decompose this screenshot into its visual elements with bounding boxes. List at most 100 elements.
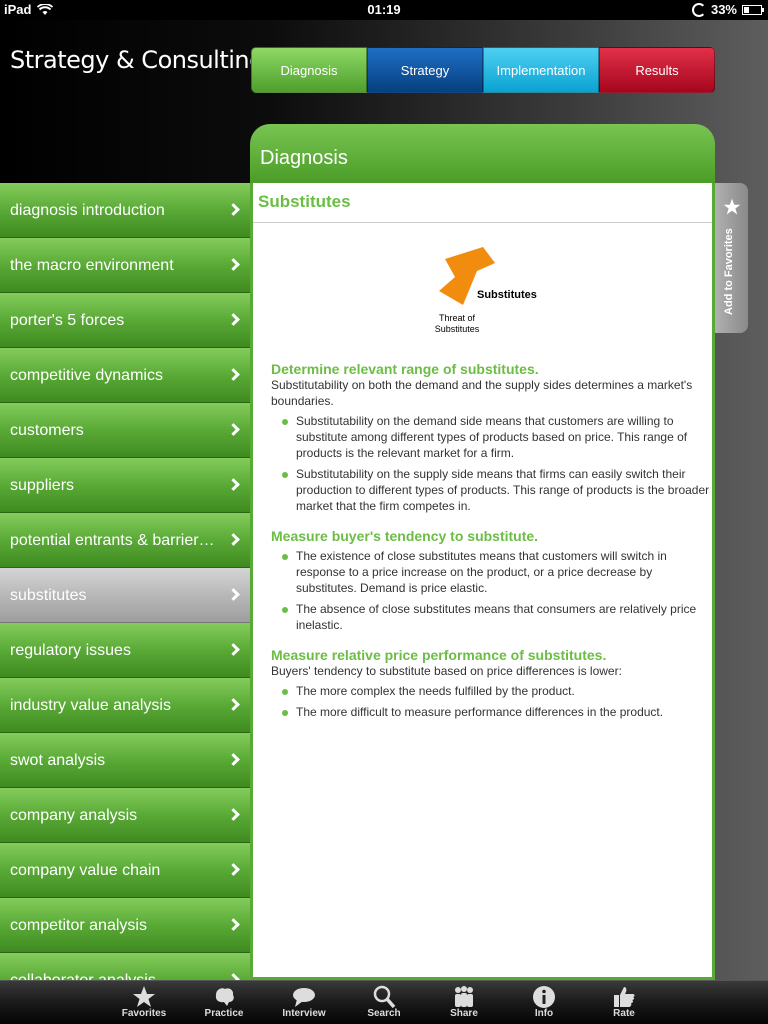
- menu-item-competitor-analysis[interactable]: competitor analysis: [0, 898, 250, 953]
- thumbs-up-icon: [614, 987, 635, 1007]
- chevron-right-icon: [227, 533, 240, 546]
- diagram-sub-label: Threat of Substitutes: [434, 313, 480, 334]
- section-price-performance: Measure relative price performance of su…: [271, 647, 711, 720]
- rotation-lock-icon: [691, 2, 706, 17]
- chevron-right-icon: [227, 808, 240, 821]
- menu-item-label: potential entrants & barrier…: [10, 532, 215, 549]
- tabbar-favorites[interactable]: Favorites: [104, 981, 184, 1024]
- chevron-right-icon: [227, 203, 240, 216]
- menu-item-potential-entrants[interactable]: potential entrants & barrier…: [0, 513, 250, 568]
- tab-diagnosis[interactable]: Diagnosis: [251, 47, 367, 93]
- clock: 01:19: [367, 2, 401, 17]
- tabbar-label: Practice: [204, 1008, 244, 1019]
- menu-item-collaborator-analysis[interactable]: collaborator analysis: [0, 953, 250, 980]
- status-bar: iPad 01:19 33%: [0, 0, 768, 20]
- chevron-right-icon: [227, 313, 240, 326]
- menu-item-label: collaborator analysis: [10, 953, 220, 980]
- tabbar-label: Search: [367, 1008, 401, 1019]
- article-body: Determine relevant range of substitutes.…: [271, 361, 711, 734]
- substitutes-diagram: Substitutes Threat of Substitutes: [429, 247, 549, 341]
- bottom-tab-bar: Favorites Practice Interview Search Shar…: [0, 980, 768, 1024]
- menu-item-substitutes[interactable]: substitutes: [0, 568, 250, 623]
- menu-item-label: company value chain: [10, 862, 161, 879]
- menu-item-label: competitor analysis: [10, 917, 147, 934]
- topic-menu[interactable]: diagnosis introduction the macro environ…: [0, 183, 250, 980]
- bullet-list: The more complex the needs fulfilled by …: [271, 683, 711, 720]
- chevron-right-icon: [227, 368, 240, 381]
- add-to-favorites-label: Add to Favorites: [723, 228, 735, 315]
- list-item: Substitutability on the supply side mean…: [271, 466, 711, 514]
- tabbar-label: Interview: [282, 1008, 326, 1019]
- tabbar-share[interactable]: Share: [424, 981, 504, 1024]
- menu-item-label: competitive dynamics: [10, 367, 163, 384]
- brain-icon: [215, 988, 234, 1006]
- tabbar-practice[interactable]: Practice: [184, 981, 264, 1024]
- chevron-right-icon: [227, 478, 240, 491]
- menu-item-competitive-dynamics[interactable]: competitive dynamics: [0, 348, 250, 403]
- tab-implementation[interactable]: Implementation: [483, 47, 599, 93]
- chevron-right-icon: [227, 973, 240, 980]
- panel-heading: Diagnosis: [250, 124, 715, 184]
- tabbar-label: Favorites: [121, 1008, 167, 1019]
- list-item: The more difficult to measure performanc…: [271, 704, 711, 720]
- content-panel[interactable]: Substitutes Substitutes Threat of Substi…: [250, 183, 715, 980]
- add-to-favorites-button[interactable]: Add to Favorites: [715, 183, 748, 333]
- tabbar-label: Rate: [613, 1008, 635, 1019]
- tabbar-interview[interactable]: Interview: [264, 981, 344, 1024]
- menu-item-diagnosis-introduction[interactable]: diagnosis introduction: [0, 183, 250, 238]
- tabbar-search[interactable]: Search: [344, 981, 424, 1024]
- chevron-right-icon: [227, 643, 240, 656]
- chat-bubble-icon: [293, 988, 315, 1007]
- menu-item-porters-5-forces[interactable]: porter's 5 forces: [0, 293, 250, 348]
- menu-item-swot-analysis[interactable]: swot analysis: [0, 733, 250, 788]
- tabbar-label: Info: [534, 1008, 554, 1019]
- tab-results[interactable]: Results: [599, 47, 715, 93]
- section-heading: Determine relevant range of substitutes.: [271, 361, 539, 377]
- menu-item-customers[interactable]: customers: [0, 403, 250, 458]
- bullet-list: The existence of close substitutes means…: [271, 548, 711, 633]
- menu-item-company-analysis[interactable]: company analysis: [0, 788, 250, 843]
- search-icon: [373, 985, 396, 1009]
- battery-percent: 33%: [710, 2, 737, 17]
- menu-item-label: swot analysis: [10, 752, 106, 769]
- menu-item-label: regulatory issues: [10, 642, 131, 659]
- menu-item-label: substitutes: [10, 587, 87, 604]
- list-item: The more complex the needs fulfilled by …: [271, 683, 711, 699]
- chevron-right-icon: [227, 863, 240, 876]
- section-heading: Measure relative price performance of su…: [271, 647, 607, 663]
- list-item: Substitutability on the demand side mean…: [271, 413, 711, 461]
- menu-item-label: porter's 5 forces: [10, 312, 125, 329]
- chevron-right-icon: [227, 698, 240, 711]
- section-relevant-range: Determine relevant range of substitutes.…: [271, 361, 711, 514]
- section-intro: Buyers' tendency to substitute based on …: [271, 664, 622, 678]
- menu-item-company-value-chain[interactable]: company value chain: [0, 843, 250, 898]
- tabbar-rate[interactable]: Rate: [584, 981, 664, 1024]
- people-icon: [455, 986, 473, 1007]
- menu-item-industry-value-analysis[interactable]: industry value analysis: [0, 678, 250, 733]
- menu-item-label: diagnosis introduction: [10, 202, 165, 219]
- chevron-right-icon: [227, 423, 240, 436]
- menu-item-regulatory-issues[interactable]: regulatory issues: [0, 623, 250, 678]
- star-icon: [723, 198, 741, 215]
- menu-item-label: customers: [10, 422, 84, 439]
- menu-item-label: company analysis: [10, 807, 138, 824]
- section-buyer-tendency: Measure buyer's tendency to substitute. …: [271, 528, 711, 633]
- tab-strategy[interactable]: Strategy: [367, 47, 483, 93]
- chevron-right-icon: [227, 918, 240, 931]
- chevron-right-icon: [227, 588, 240, 601]
- menu-item-macro-environment[interactable]: the macro environment: [0, 238, 250, 293]
- list-item: The absence of close substitutes means t…: [271, 601, 711, 633]
- chevron-right-icon: [227, 753, 240, 766]
- tabbar-info[interactable]: Info: [504, 981, 584, 1024]
- menu-item-label: the macro environment: [10, 257, 174, 274]
- section-tabs: Diagnosis Strategy Implementation Result…: [251, 47, 715, 93]
- menu-item-suppliers[interactable]: suppliers: [0, 458, 250, 513]
- battery-icon: [742, 4, 764, 15]
- section-heading: Measure buyer's tendency to substitute.: [271, 528, 539, 544]
- app-title: Strategy & Consulting: [10, 46, 264, 74]
- list-item: The existence of close substitutes means…: [271, 548, 711, 596]
- diagram-label: Substitutes: [477, 289, 537, 301]
- page-title: Substitutes: [253, 183, 712, 223]
- menu-item-label: suppliers: [10, 477, 75, 494]
- chevron-right-icon: [227, 258, 240, 271]
